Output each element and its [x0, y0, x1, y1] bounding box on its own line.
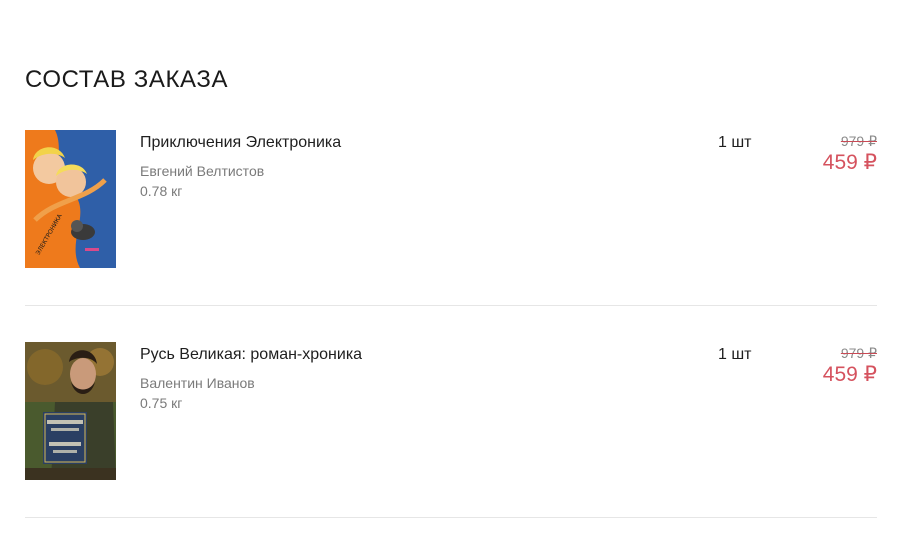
order-item: ЭЛЕКТРОНИКА Приключения Электроника Евге…: [25, 130, 877, 343]
order-item: Русь Великая: роман-хроника Валентин Ива…: [25, 342, 877, 555]
divider: [25, 305, 877, 306]
book-cover-image[interactable]: ЭЛЕКТРОНИКА: [25, 130, 116, 268]
divider: [25, 517, 877, 518]
book-weight: 0.75 кг: [140, 395, 183, 411]
old-price: 979 ₽: [840, 133, 877, 149]
item-quantity: 1 шт: [718, 134, 752, 151]
current-price: 459 ₽: [822, 151, 877, 174]
order-summary-title: СОСТАВ ЗАКАЗА: [25, 66, 229, 93]
book-author: Евгений Велтистов: [140, 163, 265, 179]
book-title[interactable]: Приключения Электроника: [140, 133, 341, 153]
book-author: Валентин Иванов: [140, 375, 255, 391]
item-quantity: 1 шт: [718, 346, 752, 363]
current-price: 459 ₽: [822, 363, 877, 386]
book-title[interactable]: Русь Великая: роман-хроника: [140, 345, 362, 365]
book-weight: 0.78 кг: [140, 183, 183, 199]
old-price: 979 ₽: [840, 345, 877, 361]
book-cover-image[interactable]: [25, 342, 116, 480]
